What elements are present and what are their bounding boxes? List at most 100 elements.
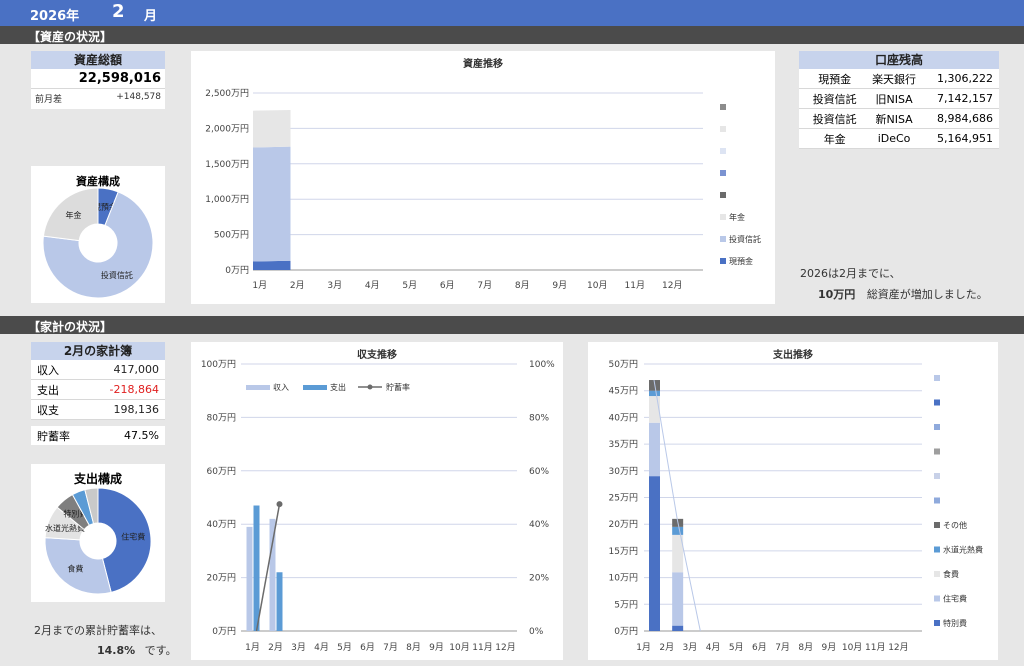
- x-tick-label: 12月: [495, 642, 515, 653]
- account-name: 楽天銀行: [872, 72, 917, 86]
- expense-stack-segment: [649, 422, 660, 477]
- x-tick-label: 1月: [636, 642, 651, 653]
- account-type: 投資信託: [812, 112, 857, 126]
- x-tick-label: 11月: [472, 642, 492, 653]
- legend-swatch: [934, 399, 940, 406]
- legend-swatch: [720, 214, 726, 220]
- y-tick-label: 20万円: [207, 573, 236, 584]
- household-value: -218,864: [109, 383, 159, 396]
- expense-composition-card: 支出構成 住宅費 食費 水道光熱費 特別費: [31, 464, 165, 602]
- account-type: 現預金: [818, 72, 852, 86]
- pie-label: 投資信託: [101, 270, 133, 280]
- legend-swatch: [720, 192, 726, 198]
- x-tick-label: 2月: [659, 642, 674, 653]
- y-tick-label: 50万円: [609, 359, 638, 370]
- y-tick-label: 10万円: [609, 573, 638, 584]
- savings-rate-value: 47.5%: [124, 429, 159, 442]
- total-assets-value: 22,598,016: [31, 69, 165, 89]
- legend-swatch: [720, 104, 726, 110]
- x-tick-label: 6月: [440, 280, 455, 291]
- savings-rate-line: [255, 504, 281, 632]
- income-expense-card: 収支推移 0万円 0% 20万円 20% 40万円 40% 60万円 60% 80万円 80% 100…: [191, 342, 563, 660]
- x-tick-label: 6月: [360, 642, 375, 653]
- y-tick-label: 100万円: [201, 359, 236, 370]
- y-tick-label: 500万円: [214, 230, 249, 241]
- legend-swatch: [246, 385, 270, 390]
- x-tick-label: 10月: [449, 642, 469, 653]
- y-tick-label: 2,500万円: [205, 88, 249, 99]
- x-tick-label: 7月: [775, 642, 790, 653]
- expense-bar: [276, 572, 283, 631]
- legend-label: 食費: [943, 569, 959, 579]
- x-tick-label: 8月: [515, 280, 530, 291]
- total-assets-card: 資産総額 22,598,016 前月差 +148,578: [31, 51, 165, 109]
- expense-stack-segment: [672, 625, 684, 631]
- asset-trend-card: 資産推移 0万円 500万円 1,000万円 1,500万円 2,000万円 2,500万円…: [191, 51, 775, 304]
- legend-label: 投資信託: [729, 234, 761, 244]
- y-tick-label: 0万円: [614, 626, 638, 637]
- x-tick-label: 12月: [888, 642, 908, 653]
- y2-tick-label: 20%: [529, 574, 549, 584]
- y-tick-label: 45万円: [609, 386, 638, 397]
- asset-pie-chart: 現預金投資信託年金: [42, 187, 154, 299]
- x-tick-label: 11月: [865, 642, 885, 653]
- month-value[interactable]: 2: [112, 1, 125, 22]
- y-tick-label: 0万円: [225, 265, 249, 276]
- legend-swatch: [934, 424, 940, 430]
- household-row: 収支 198,136: [31, 400, 165, 420]
- section-assets-title: 【資産の状況】: [28, 30, 113, 44]
- area-series: [253, 109, 291, 148]
- household-label: 収支: [37, 403, 59, 417]
- section-household-header: 【家計の状況】: [0, 316, 1024, 334]
- legend-label: 支出: [330, 382, 346, 392]
- y2-tick-label: 80%: [529, 413, 549, 423]
- legend-marker: [367, 384, 373, 390]
- legend-label: 水道光熱費: [943, 545, 983, 555]
- x-tick-label: 1月: [245, 642, 260, 653]
- pie-label: 食費: [67, 563, 83, 573]
- income-bar: [269, 518, 276, 631]
- x-tick-label: 5月: [729, 642, 744, 653]
- chart-title: 資産推移: [463, 57, 503, 70]
- income-expense-chart: 収支推移 0万円 0% 20万円 20% 40万円 40% 60万円 60% 80万円 80% 100…: [201, 348, 555, 653]
- x-tick-label: 2月: [268, 642, 283, 653]
- legend-label: 現預金: [729, 256, 753, 266]
- x-tick-label: 9月: [552, 280, 567, 291]
- account-type: 投資信託: [812, 92, 857, 106]
- household-row: 収入 417,000: [31, 360, 165, 380]
- legend-swatch: [934, 473, 940, 479]
- area-series: [253, 260, 291, 270]
- asset-trend-chart: 資産推移 0万円 500万円 1,000万円 1,500万円 2,000万円 2,500万円…: [205, 57, 761, 291]
- account-value: 7,142,157: [937, 92, 994, 105]
- x-tick-label: 12月: [662, 280, 682, 291]
- legend-swatch: [934, 497, 940, 504]
- account-type: 年金: [823, 132, 846, 146]
- legend-label: その他: [943, 520, 967, 530]
- account-name: 旧NISA: [875, 92, 913, 106]
- expense-pie-chart: 住宅費食費水道光熱費特別費: [44, 487, 152, 595]
- y-tick-label: 80万円: [207, 412, 236, 423]
- x-tick-label: 3月: [683, 642, 698, 653]
- total-assets-label: 資産総額: [31, 51, 165, 69]
- legend-swatch: [720, 148, 726, 154]
- month-label: 月: [144, 9, 158, 24]
- pie-label: 住宅費: [121, 532, 145, 542]
- asset-note-line1: 2026は2月までに、: [800, 267, 901, 280]
- expense-stack-segment: [672, 572, 684, 626]
- x-tick-label: 3月: [291, 642, 306, 653]
- expense-bar: [253, 505, 260, 631]
- expense-stack-segment: [649, 476, 660, 631]
- expense-stack-segment: [672, 526, 684, 535]
- y-tick-label: 1,500万円: [205, 159, 249, 170]
- legend-swatch: [720, 170, 726, 176]
- legend-swatch: [934, 546, 940, 553]
- expense-stack-segment: [649, 390, 660, 397]
- x-tick-label: 10月: [842, 642, 862, 653]
- legend-label: 貯蓄率: [386, 382, 410, 392]
- legend-label: 年金: [729, 212, 745, 222]
- expense-trend-chart: 支出推移 0万円 5万円 10万円 15万円 20万円 25万円 30万円 35万円 40万円 45…: [609, 348, 983, 653]
- y-tick-label: 20万円: [609, 519, 638, 530]
- x-tick-label: 8月: [798, 642, 813, 653]
- x-tick-label: 7月: [477, 280, 492, 291]
- asset-composition-card: 資産構成 現預金 投資信託 年金: [31, 166, 165, 303]
